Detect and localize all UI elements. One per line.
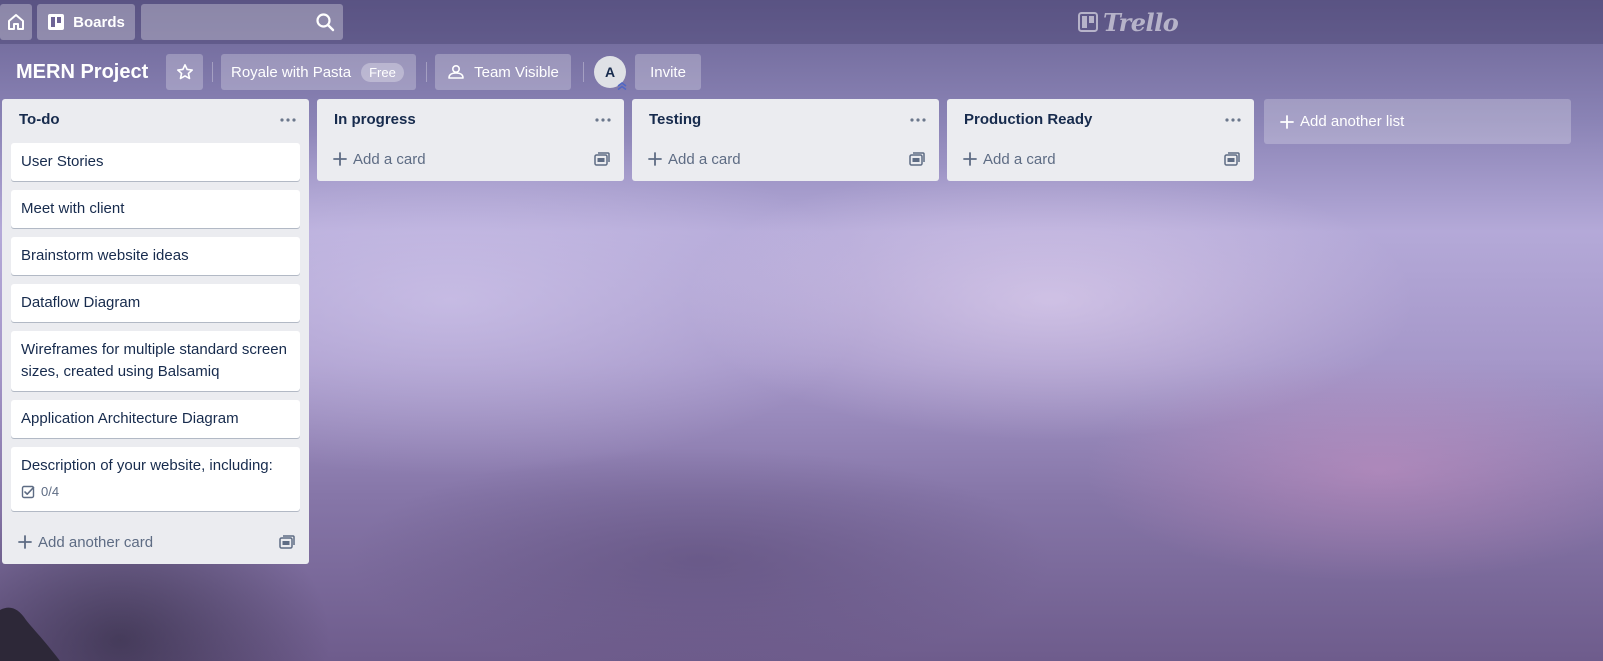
create-from-template-button[interactable]	[277, 532, 297, 552]
more-icon	[280, 118, 296, 122]
divider	[212, 62, 213, 82]
team-visible-icon	[447, 64, 465, 80]
avatar-initial: A	[604, 64, 616, 80]
more-icon	[1225, 118, 1241, 122]
team-button[interactable]: Royale with Pasta Free	[221, 54, 416, 90]
card[interactable]: Brainstorm website ideas	[11, 237, 300, 275]
card-title: Wireframes for multiple standard screen …	[21, 341, 287, 380]
plan-badge: Free	[361, 62, 404, 82]
add-card-label: Add a card	[668, 150, 741, 168]
divider	[583, 62, 584, 82]
add-list-label: Add another list	[1300, 113, 1405, 130]
top-header: Boards Trello	[0, 0, 1603, 44]
card[interactable]: Meet with client	[11, 190, 300, 228]
visibility-button[interactable]: Team Visible	[435, 54, 571, 90]
template-icon	[909, 152, 925, 166]
template-icon	[594, 152, 610, 166]
list-menu-button[interactable]	[592, 111, 614, 129]
card-title: Application Architecture Diagram	[21, 410, 239, 427]
card-title: Dataflow Diagram	[21, 294, 141, 311]
search-icon[interactable]	[315, 12, 335, 32]
add-card-label: Add a card	[353, 150, 426, 168]
more-icon	[595, 118, 611, 122]
background-hillside	[0, 607, 60, 661]
divider	[426, 62, 427, 82]
card[interactable]: Wireframes for multiple standard screen …	[11, 331, 300, 391]
template-icon	[1224, 152, 1240, 166]
star-board-button[interactable]	[166, 54, 203, 90]
board-title[interactable]: MERN Project	[16, 56, 148, 88]
plus-icon	[333, 152, 347, 166]
card-composer: Add a card	[947, 137, 1254, 181]
list-menu-button[interactable]	[277, 111, 299, 129]
boards-icon	[47, 13, 65, 31]
list-menu-button[interactable]	[1222, 111, 1244, 129]
card-title: Brainstorm website ideas	[21, 247, 189, 264]
trello-logo-icon	[1078, 12, 1098, 32]
invite-button[interactable]: Invite	[635, 54, 701, 90]
list-testing: Testing Add a card	[632, 99, 939, 181]
card-title: Description of your website, including:	[21, 457, 273, 474]
home-icon	[8, 14, 24, 30]
checklist-icon	[21, 485, 35, 499]
search-box[interactable]	[141, 4, 343, 40]
card-title: Meet with client	[21, 200, 125, 217]
add-card-button[interactable]: Add another card	[12, 526, 159, 558]
card-composer: Add another card	[2, 520, 309, 564]
home-button[interactable]	[0, 4, 32, 40]
list-to-do: To-do User Stories Meet with client Brai…	[2, 99, 309, 564]
create-from-template-button[interactable]	[907, 149, 927, 169]
list-title[interactable]: To-do	[19, 111, 60, 128]
card[interactable]: Application Architecture Diagram	[11, 400, 300, 438]
list-title[interactable]: Testing	[649, 111, 701, 128]
more-icon	[910, 118, 926, 122]
card-list: User Stories Meet with client Brainstorm…	[2, 143, 309, 511]
trello-logo-text: Trello	[1103, 7, 1179, 37]
card[interactable]: Description of your website, including: …	[11, 447, 300, 511]
list-production-ready: Production Ready Add a card	[947, 99, 1254, 181]
list-header: To-do	[2, 99, 309, 143]
plus-icon	[18, 535, 32, 549]
list-in-progress: In progress Add a card	[317, 99, 624, 181]
list-title[interactable]: In progress	[334, 111, 416, 128]
card[interactable]: User Stories	[11, 143, 300, 181]
plus-icon	[648, 152, 662, 166]
plus-icon	[1280, 114, 1294, 129]
trello-logo[interactable]: Trello	[1078, 7, 1179, 37]
team-name: Royale with Pasta	[231, 63, 352, 81]
add-list-button[interactable]: Add another list	[1264, 99, 1571, 144]
card-title: User Stories	[21, 153, 104, 170]
search-input[interactable]	[141, 4, 306, 40]
add-card-label: Add a card	[983, 150, 1056, 168]
star-icon	[176, 63, 193, 80]
list-title[interactable]: Production Ready	[964, 111, 1092, 128]
add-card-button[interactable]: Add a card	[327, 143, 432, 175]
card-composer: Add a card	[632, 137, 939, 181]
admin-chevron-icon	[616, 80, 628, 92]
create-from-template-button[interactable]	[592, 149, 612, 169]
add-card-button[interactable]: Add a card	[957, 143, 1062, 175]
member-avatar[interactable]: A	[594, 56, 627, 91]
card[interactable]: Dataflow Diagram	[11, 284, 300, 322]
visibility-label: Team Visible	[474, 63, 559, 81]
create-from-template-button[interactable]	[1222, 149, 1242, 169]
checklist-badge: 0/4	[21, 481, 290, 503]
boards-button[interactable]: Boards	[37, 4, 135, 40]
checklist-count: 0/4	[41, 484, 60, 499]
list-menu-button[interactable]	[907, 111, 929, 129]
card-composer: Add a card	[317, 137, 624, 181]
add-card-label: Add another card	[38, 533, 154, 551]
template-icon	[279, 535, 295, 549]
boards-label: Boards	[73, 13, 125, 31]
plus-icon	[963, 152, 977, 166]
add-card-button[interactable]: Add a card	[642, 143, 747, 175]
